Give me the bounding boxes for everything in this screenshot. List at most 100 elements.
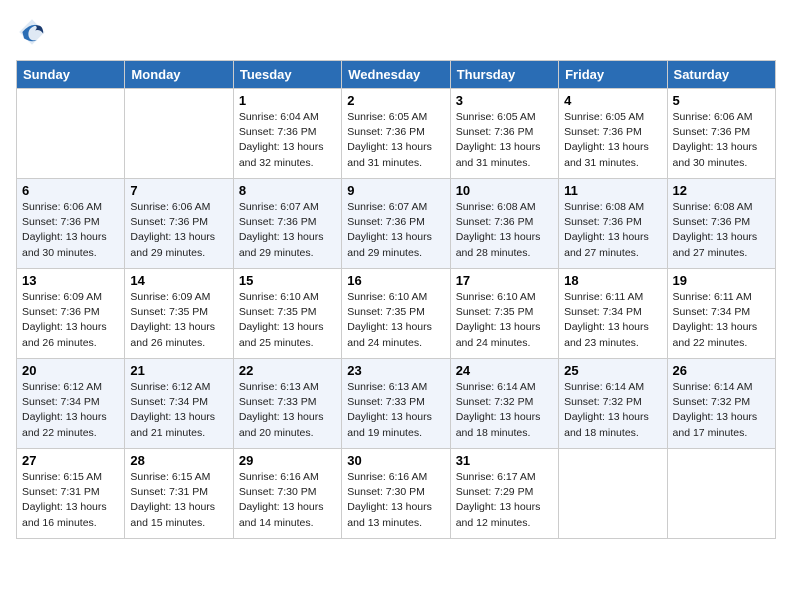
day-detail: Sunrise: 6:12 AM Sunset: 7:34 PM Dayligh… <box>22 380 119 441</box>
calendar-cell: 13Sunrise: 6:09 AM Sunset: 7:36 PM Dayli… <box>17 269 125 359</box>
logo-icon <box>16 16 48 48</box>
day-detail: Sunrise: 6:10 AM Sunset: 7:35 PM Dayligh… <box>347 290 444 351</box>
calendar-week-row: 13Sunrise: 6:09 AM Sunset: 7:36 PM Dayli… <box>17 269 776 359</box>
day-number: 4 <box>564 93 661 108</box>
day-number: 6 <box>22 183 119 198</box>
calendar-header-row: SundayMondayTuesdayWednesdayThursdayFrid… <box>17 61 776 89</box>
day-detail: Sunrise: 6:15 AM Sunset: 7:31 PM Dayligh… <box>130 470 227 531</box>
day-detail: Sunrise: 6:05 AM Sunset: 7:36 PM Dayligh… <box>564 110 661 171</box>
calendar-cell: 8 Sunrise: 6:07 AM Sunset: 7:36 PM Daylig… <box>233 179 341 269</box>
calendar-cell: 14 Sunrise: 6:09 AM Sunset: 7:35 PM Dayli… <box>125 269 233 359</box>
day-number: 28 <box>130 453 227 468</box>
calendar-cell: 23Sunrise: 6:13 AM Sunset: 7:33 PM Dayli… <box>342 359 450 449</box>
calendar-cell: 20Sunrise: 6:12 AM Sunset: 7:34 PM Dayli… <box>17 359 125 449</box>
calendar-cell: 9 Sunrise: 6:07 AM Sunset: 7:36 PM Daylig… <box>342 179 450 269</box>
calendar-table: SundayMondayTuesdayWednesdayThursdayFrid… <box>16 60 776 539</box>
day-detail: Sunrise: 6:08 AM Sunset: 7:36 PM Dayligh… <box>564 200 661 261</box>
day-number: 22 <box>239 363 336 378</box>
calendar-cell: 15 Sunrise: 6:10 AM Sunset: 7:35 PM Dayli… <box>233 269 341 359</box>
day-detail: Sunrise: 6:11 AM Sunset: 7:34 PM Dayligh… <box>564 290 661 351</box>
calendar-cell: 12 Sunrise: 6:08 AM Sunset: 7:36 PM Dayli… <box>667 179 775 269</box>
day-number: 5 <box>673 93 770 108</box>
calendar-cell: 26 Sunrise: 6:14 AM Sunset: 7:32 PM Dayli… <box>667 359 775 449</box>
day-detail: Sunrise: 6:10 AM Sunset: 7:35 PM Dayligh… <box>239 290 336 351</box>
day-header-sunday: Sunday <box>17 61 125 89</box>
day-detail: Sunrise: 6:13 AM Sunset: 7:33 PM Dayligh… <box>239 380 336 441</box>
calendar-cell <box>559 449 667 539</box>
calendar-week-row: 27 Sunrise: 6:15 AM Sunset: 7:31 PM Dayli… <box>17 449 776 539</box>
day-header-wednesday: Wednesday <box>342 61 450 89</box>
day-number: 19 <box>673 273 770 288</box>
day-number: 10 <box>456 183 553 198</box>
day-header-thursday: Thursday <box>450 61 558 89</box>
day-detail: Sunrise: 6:05 AM Sunset: 7:36 PM Dayligh… <box>347 110 444 171</box>
day-number: 7 <box>130 183 227 198</box>
day-number: 21 <box>130 363 227 378</box>
calendar-cell <box>125 89 233 179</box>
calendar-cell: 2 Sunrise: 6:05 AM Sunset: 7:36 PM Daylig… <box>342 89 450 179</box>
calendar-cell: 30 Sunrise: 6:16 AM Sunset: 7:30 PM Dayli… <box>342 449 450 539</box>
calendar-week-row: 20Sunrise: 6:12 AM Sunset: 7:34 PM Dayli… <box>17 359 776 449</box>
calendar-cell: 25 Sunrise: 6:14 AM Sunset: 7:32 PM Dayli… <box>559 359 667 449</box>
calendar-cell: 19 Sunrise: 6:11 AM Sunset: 7:34 PM Dayli… <box>667 269 775 359</box>
calendar-cell: 7Sunrise: 6:06 AM Sunset: 7:36 PM Daylig… <box>125 179 233 269</box>
day-number: 27 <box>22 453 119 468</box>
calendar-cell: 10 Sunrise: 6:08 AM Sunset: 7:36 PM Dayli… <box>450 179 558 269</box>
day-detail: Sunrise: 6:16 AM Sunset: 7:30 PM Dayligh… <box>239 470 336 531</box>
calendar-cell: 4 Sunrise: 6:05 AM Sunset: 7:36 PM Daylig… <box>559 89 667 179</box>
day-number: 25 <box>564 363 661 378</box>
calendar-cell: 18 Sunrise: 6:11 AM Sunset: 7:34 PM Dayli… <box>559 269 667 359</box>
day-number: 26 <box>673 363 770 378</box>
calendar-week-row: 6 Sunrise: 6:06 AM Sunset: 7:36 PM Daylig… <box>17 179 776 269</box>
day-number: 11 <box>564 183 661 198</box>
day-detail: Sunrise: 6:11 AM Sunset: 7:34 PM Dayligh… <box>673 290 770 351</box>
day-detail: Sunrise: 6:14 AM Sunset: 7:32 PM Dayligh… <box>673 380 770 441</box>
header <box>16 16 776 48</box>
day-number: 31 <box>456 453 553 468</box>
day-number: 12 <box>673 183 770 198</box>
day-detail: Sunrise: 6:15 AM Sunset: 7:31 PM Dayligh… <box>22 470 119 531</box>
calendar-cell: 6 Sunrise: 6:06 AM Sunset: 7:36 PM Daylig… <box>17 179 125 269</box>
day-detail: Sunrise: 6:08 AM Sunset: 7:36 PM Dayligh… <box>673 200 770 261</box>
calendar-cell: 11 Sunrise: 6:08 AM Sunset: 7:36 PM Dayli… <box>559 179 667 269</box>
day-detail: Sunrise: 6:14 AM Sunset: 7:32 PM Dayligh… <box>564 380 661 441</box>
day-detail: Sunrise: 6:12 AM Sunset: 7:34 PM Dayligh… <box>130 380 227 441</box>
calendar-cell: 31 Sunrise: 6:17 AM Sunset: 7:29 PM Dayli… <box>450 449 558 539</box>
day-detail: Sunrise: 6:16 AM Sunset: 7:30 PM Dayligh… <box>347 470 444 531</box>
day-detail: Sunrise: 6:04 AM Sunset: 7:36 PM Dayligh… <box>239 110 336 171</box>
day-number: 17 <box>456 273 553 288</box>
day-header-monday: Monday <box>125 61 233 89</box>
day-detail: Sunrise: 6:17 AM Sunset: 7:29 PM Dayligh… <box>456 470 553 531</box>
calendar-cell: 24 Sunrise: 6:14 AM Sunset: 7:32 PM Dayli… <box>450 359 558 449</box>
day-number: 1 <box>239 93 336 108</box>
day-header-tuesday: Tuesday <box>233 61 341 89</box>
calendar-cell <box>17 89 125 179</box>
day-number: 3 <box>456 93 553 108</box>
calendar-cell <box>667 449 775 539</box>
day-detail: Sunrise: 6:05 AM Sunset: 7:36 PM Dayligh… <box>456 110 553 171</box>
calendar-cell: 27 Sunrise: 6:15 AM Sunset: 7:31 PM Dayli… <box>17 449 125 539</box>
day-detail: Sunrise: 6:14 AM Sunset: 7:32 PM Dayligh… <box>456 380 553 441</box>
calendar-cell: 22 Sunrise: 6:13 AM Sunset: 7:33 PM Dayli… <box>233 359 341 449</box>
day-detail: Sunrise: 6:06 AM Sunset: 7:36 PM Dayligh… <box>22 200 119 261</box>
day-number: 24 <box>456 363 553 378</box>
calendar-week-row: 1 Sunrise: 6:04 AM Sunset: 7:36 PM Daylig… <box>17 89 776 179</box>
day-number: 15 <box>239 273 336 288</box>
calendar-cell: 5 Sunrise: 6:06 AM Sunset: 7:36 PM Daylig… <box>667 89 775 179</box>
day-detail: Sunrise: 6:07 AM Sunset: 7:36 PM Dayligh… <box>239 200 336 261</box>
day-number: 18 <box>564 273 661 288</box>
day-number: 9 <box>347 183 444 198</box>
day-detail: Sunrise: 6:06 AM Sunset: 7:36 PM Dayligh… <box>673 110 770 171</box>
day-detail: Sunrise: 6:08 AM Sunset: 7:36 PM Dayligh… <box>456 200 553 261</box>
day-detail: Sunrise: 6:07 AM Sunset: 7:36 PM Dayligh… <box>347 200 444 261</box>
calendar-cell: 1 Sunrise: 6:04 AM Sunset: 7:36 PM Daylig… <box>233 89 341 179</box>
day-number: 29 <box>239 453 336 468</box>
calendar-cell: 17Sunrise: 6:10 AM Sunset: 7:35 PM Dayli… <box>450 269 558 359</box>
day-detail: Sunrise: 6:09 AM Sunset: 7:35 PM Dayligh… <box>130 290 227 351</box>
day-number: 2 <box>347 93 444 108</box>
calendar-cell: 16Sunrise: 6:10 AM Sunset: 7:35 PM Dayli… <box>342 269 450 359</box>
day-number: 23 <box>347 363 444 378</box>
day-number: 30 <box>347 453 444 468</box>
day-number: 8 <box>239 183 336 198</box>
day-number: 14 <box>130 273 227 288</box>
